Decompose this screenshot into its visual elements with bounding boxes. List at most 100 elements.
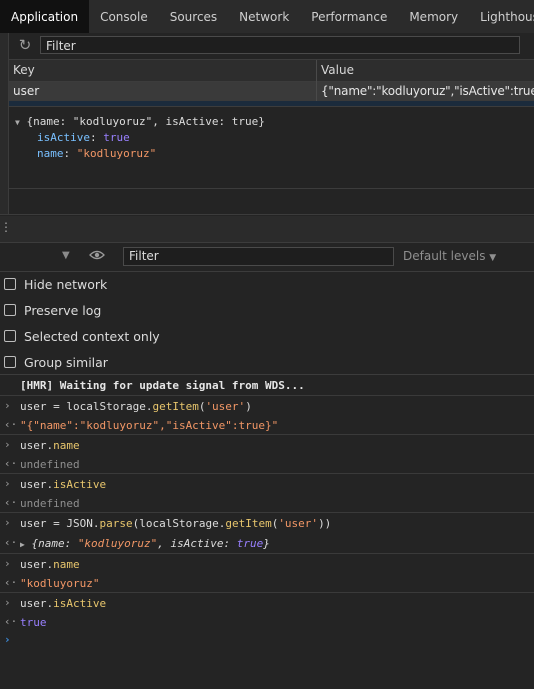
console-entry: › user = JSON.parse(localStorage.getItem…	[0, 513, 534, 554]
console-filter-input[interactable]: Filter	[123, 247, 394, 266]
group-similar-label: Group similar	[24, 354, 108, 370]
selected-context-label: Selected context only	[24, 328, 160, 344]
preview-name-key: name	[37, 147, 64, 160]
entry-result[interactable]: "{"name":"kodluyoruz","isActive":true}"	[20, 419, 278, 432]
tab-application[interactable]: Application	[0, 0, 90, 33]
entry-result: undefined	[20, 497, 80, 510]
entry-result-object[interactable]: ▶ {name: "kodluyoruz", isActive: true}	[20, 537, 270, 550]
tab-sources[interactable]: Sources	[159, 0, 228, 33]
entry-property: isActive	[53, 478, 107, 491]
console-toolbar: ▼ Filter Default levels ▼	[0, 243, 534, 272]
application-panel: ↻ Filter Key Value user {"name":"kodluyo…	[0, 33, 534, 215]
entry-property: name	[53, 558, 80, 571]
eye-icon[interactable]	[89, 250, 105, 260]
hide-network-checkbox[interactable]	[4, 278, 16, 290]
storage-row-key: user	[13, 84, 40, 98]
console-entry: › user.name ‹· "kodluyoruz"	[0, 554, 534, 593]
storage-row[interactable]: user {"name":"kodluyoruz","isActive":tru…	[9, 82, 534, 101]
tab-console[interactable]: Console	[89, 0, 159, 33]
input-chevron-icon: ›	[4, 557, 11, 570]
preserve-log-option[interactable]: Preserve log	[4, 300, 101, 320]
entry-code: user.	[20, 439, 54, 452]
input-chevron-icon: ›	[4, 399, 11, 412]
entry-function: getItem	[152, 400, 199, 413]
entry-property: isActive	[53, 597, 107, 610]
drawer-header: ⋮	[0, 216, 534, 243]
console-entry: › user.isActive ‹· undefined	[0, 474, 534, 513]
input-chevron-icon: ›	[4, 438, 11, 451]
tab-network[interactable]: Network	[228, 0, 300, 33]
tab-memory[interactable]: Memory	[398, 0, 469, 33]
selected-context-option[interactable]: Selected context only	[4, 326, 160, 346]
value-column-header[interactable]: Value	[321, 60, 354, 81]
object-preview: }	[263, 537, 270, 550]
console-entry: › user = localStorage.getItem('user') ‹·…	[0, 396, 534, 435]
preview-summary: {name: "kodluyoruz", isActive: true}	[26, 115, 265, 128]
triangle-icon[interactable]: ▶	[20, 540, 25, 549]
object-isactive-value: true	[236, 537, 264, 550]
output-arrow-icon: ‹·	[4, 536, 18, 549]
input-chevron-icon: ›	[4, 516, 11, 529]
entry-argument: 'user'	[278, 517, 319, 530]
entry-property: name	[53, 439, 80, 452]
entry-code: user = localStorage.	[20, 400, 153, 413]
preserve-log-checkbox[interactable]	[4, 304, 16, 316]
input-chevron-icon: ›	[4, 596, 11, 609]
object-name-value: "kodluyoruz"	[77, 537, 158, 550]
value-preview: ▼ {name: "kodluyoruz", isActive: true} i…	[15, 115, 265, 160]
group-similar-option[interactable]: Group similar	[4, 352, 108, 372]
entry-code: (localStorage.	[132, 517, 226, 530]
entry-code: user.	[20, 478, 54, 491]
storage-toolbar: ↻ Filter	[9, 33, 534, 60]
entry-code: user.	[20, 597, 54, 610]
default-levels-label: Default levels	[403, 249, 486, 263]
row-selection-strip	[9, 101, 534, 107]
preview-isactive-key: isActive	[37, 131, 90, 144]
console-prompt[interactable]: ›	[0, 632, 534, 652]
entry-result: undefined	[20, 458, 80, 471]
selected-context-checkbox[interactable]	[4, 330, 16, 342]
preserve-log-label: Preserve log	[24, 302, 102, 318]
console-settings: Hide network Preserve log Selected conte…	[0, 272, 534, 375]
context-dropdown-icon[interactable]: ▼	[62, 250, 70, 261]
more-icon[interactable]: ⋮	[0, 220, 12, 234]
entry-result[interactable]: "kodluyoruz"	[20, 577, 99, 590]
triangle-icon[interactable]: ▼	[15, 118, 20, 127]
refresh-icon[interactable]: ↻	[16, 36, 34, 54]
storage-row-value: {"name":"kodluyoruz","isActive":true}	[321, 84, 534, 98]
hide-network-label: Hide network	[24, 276, 108, 292]
log-message: [HMR] Waiting for update signal from WDS…	[0, 375, 534, 396]
group-similar-checkbox[interactable]	[4, 356, 16, 368]
entry-code: user.	[20, 558, 54, 571]
console-entry: › user.isActive ‹· true	[0, 593, 534, 631]
chevron-right-icon: ›	[4, 633, 11, 646]
divider	[0, 214, 534, 215]
sidebar-collapsed[interactable]	[0, 33, 9, 215]
entry-argument: 'user'	[205, 400, 246, 413]
entry-code: user = JSON.	[20, 517, 100, 530]
output-arrow-icon: ‹·	[4, 457, 18, 470]
storage-table-header: Key Value	[9, 60, 534, 82]
column-divider[interactable]	[316, 60, 317, 107]
preview-isactive-value: true	[103, 131, 130, 144]
default-levels-dropdown[interactable]: Default levels ▼	[403, 249, 496, 263]
preview-name-value: "kodluyoruz"	[76, 147, 157, 160]
entry-function: parse	[99, 517, 133, 530]
hmr-message: [HMR] Waiting for update signal from WDS…	[20, 379, 305, 392]
entry-result: true	[20, 616, 47, 629]
output-arrow-icon: ‹·	[4, 496, 18, 509]
chevron-down-icon: ▼	[489, 253, 497, 263]
output-arrow-icon: ‹·	[4, 418, 18, 431]
tab-performance[interactable]: Performance	[300, 0, 398, 33]
key-column-header[interactable]: Key	[13, 60, 35, 81]
storage-filter-input[interactable]: Filter	[40, 36, 520, 54]
output-arrow-icon: ‹·	[4, 576, 18, 589]
entry-function: getItem	[225, 517, 272, 530]
tab-lighthouse[interactable]: Lighthouse	[469, 0, 534, 33]
hide-network-option[interactable]: Hide network	[4, 274, 107, 294]
divider	[9, 188, 534, 189]
object-preview: {name:	[31, 537, 78, 550]
object-preview: , isActive:	[157, 537, 237, 550]
output-arrow-icon: ‹·	[4, 615, 18, 628]
devtools-tab-bar: Application Console Sources Network Perf…	[0, 0, 534, 34]
